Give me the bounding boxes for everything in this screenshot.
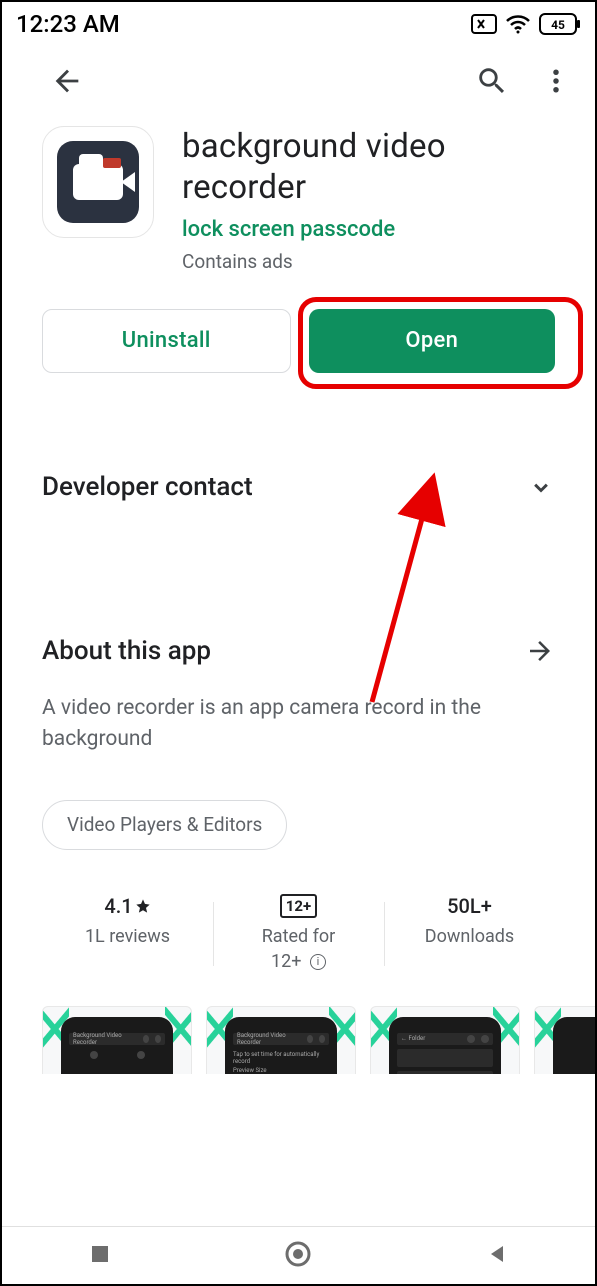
rating-value: 4.1 — [104, 894, 132, 918]
nav-recent-button[interactable] — [88, 1242, 112, 1270]
downloads-label: Downloads — [384, 924, 555, 949]
triangle-left-icon — [485, 1242, 509, 1266]
wifi-icon — [505, 14, 531, 34]
screenshot-thumb[interactable]: Background Video Recorder Tap to set tim… — [206, 1006, 356, 1074]
screenshots-carousel[interactable]: Background Video Recorder Background Vid… — [2, 974, 595, 1074]
stat-rating[interactable]: 4.1 1L reviews — [42, 894, 213, 974]
search-button[interactable] — [471, 60, 513, 106]
open-button[interactable]: Open — [309, 309, 556, 373]
stats-row: 4.1 1L reviews 12+ Rated for 12+ i 50L+ … — [2, 894, 595, 974]
action-row: Uninstall Open — [2, 283, 595, 385]
app-header: background video recorder lock screen pa… — [2, 120, 595, 283]
downloads-value: 50L+ — [384, 894, 555, 918]
nav-back-button[interactable] — [485, 1242, 509, 1270]
more-button[interactable] — [537, 60, 575, 106]
silent-icon — [471, 14, 497, 34]
arrow-left-icon — [50, 64, 84, 98]
screenshot-thumb[interactable]: Background Video Recorder — [42, 1006, 192, 1074]
circle-icon — [283, 1239, 313, 1269]
age-badge: 12+ — [280, 894, 317, 918]
nav-home-button[interactable] — [283, 1239, 313, 1273]
developer-contact-section[interactable]: Developer contact — [2, 459, 595, 515]
age-label-2: 12+ — [271, 951, 301, 972]
developer-contact-label: Developer contact — [42, 472, 253, 502]
developer-link[interactable]: lock screen passcode — [182, 217, 555, 242]
toolbar — [2, 44, 595, 120]
search-icon — [475, 64, 509, 98]
screenshot-thumb[interactable] — [534, 1006, 595, 1074]
info-icon: i — [310, 954, 326, 970]
status-time: 12:23 AM — [16, 10, 120, 38]
screenshot-thumb[interactable]: ← Folder — [370, 1006, 520, 1074]
arrow-right-icon — [525, 636, 555, 666]
stat-downloads[interactable]: 50L+ Downloads — [384, 894, 555, 974]
system-nav-bar — [2, 1226, 595, 1284]
contains-ads-label: Contains ads — [182, 250, 555, 273]
status-icons: 45 — [471, 13, 581, 35]
app-icon — [42, 126, 154, 238]
about-title: About this app — [42, 636, 211, 666]
more-vert-icon — [541, 64, 571, 98]
stat-age[interactable]: 12+ Rated for 12+ i — [213, 894, 384, 974]
about-section: About this app A video recorder is an ap… — [2, 623, 595, 850]
app-title: background video recorder — [182, 126, 555, 209]
category-chip[interactable]: Video Players & Editors — [42, 800, 287, 850]
about-description: A video recorder is an app camera record… — [42, 693, 555, 756]
chevron-down-icon — [527, 473, 555, 501]
star-icon — [135, 898, 151, 914]
square-icon — [88, 1242, 112, 1266]
rating-label: 1L reviews — [42, 924, 213, 949]
svg-text:45: 45 — [551, 18, 565, 32]
status-bar: 12:23 AM 45 — [2, 2, 595, 44]
back-button[interactable] — [46, 60, 88, 106]
age-label-1: Rated for — [262, 926, 336, 947]
battery-icon: 45 — [539, 13, 581, 35]
uninstall-button[interactable]: Uninstall — [42, 309, 291, 373]
about-header[interactable]: About this app — [42, 623, 555, 679]
